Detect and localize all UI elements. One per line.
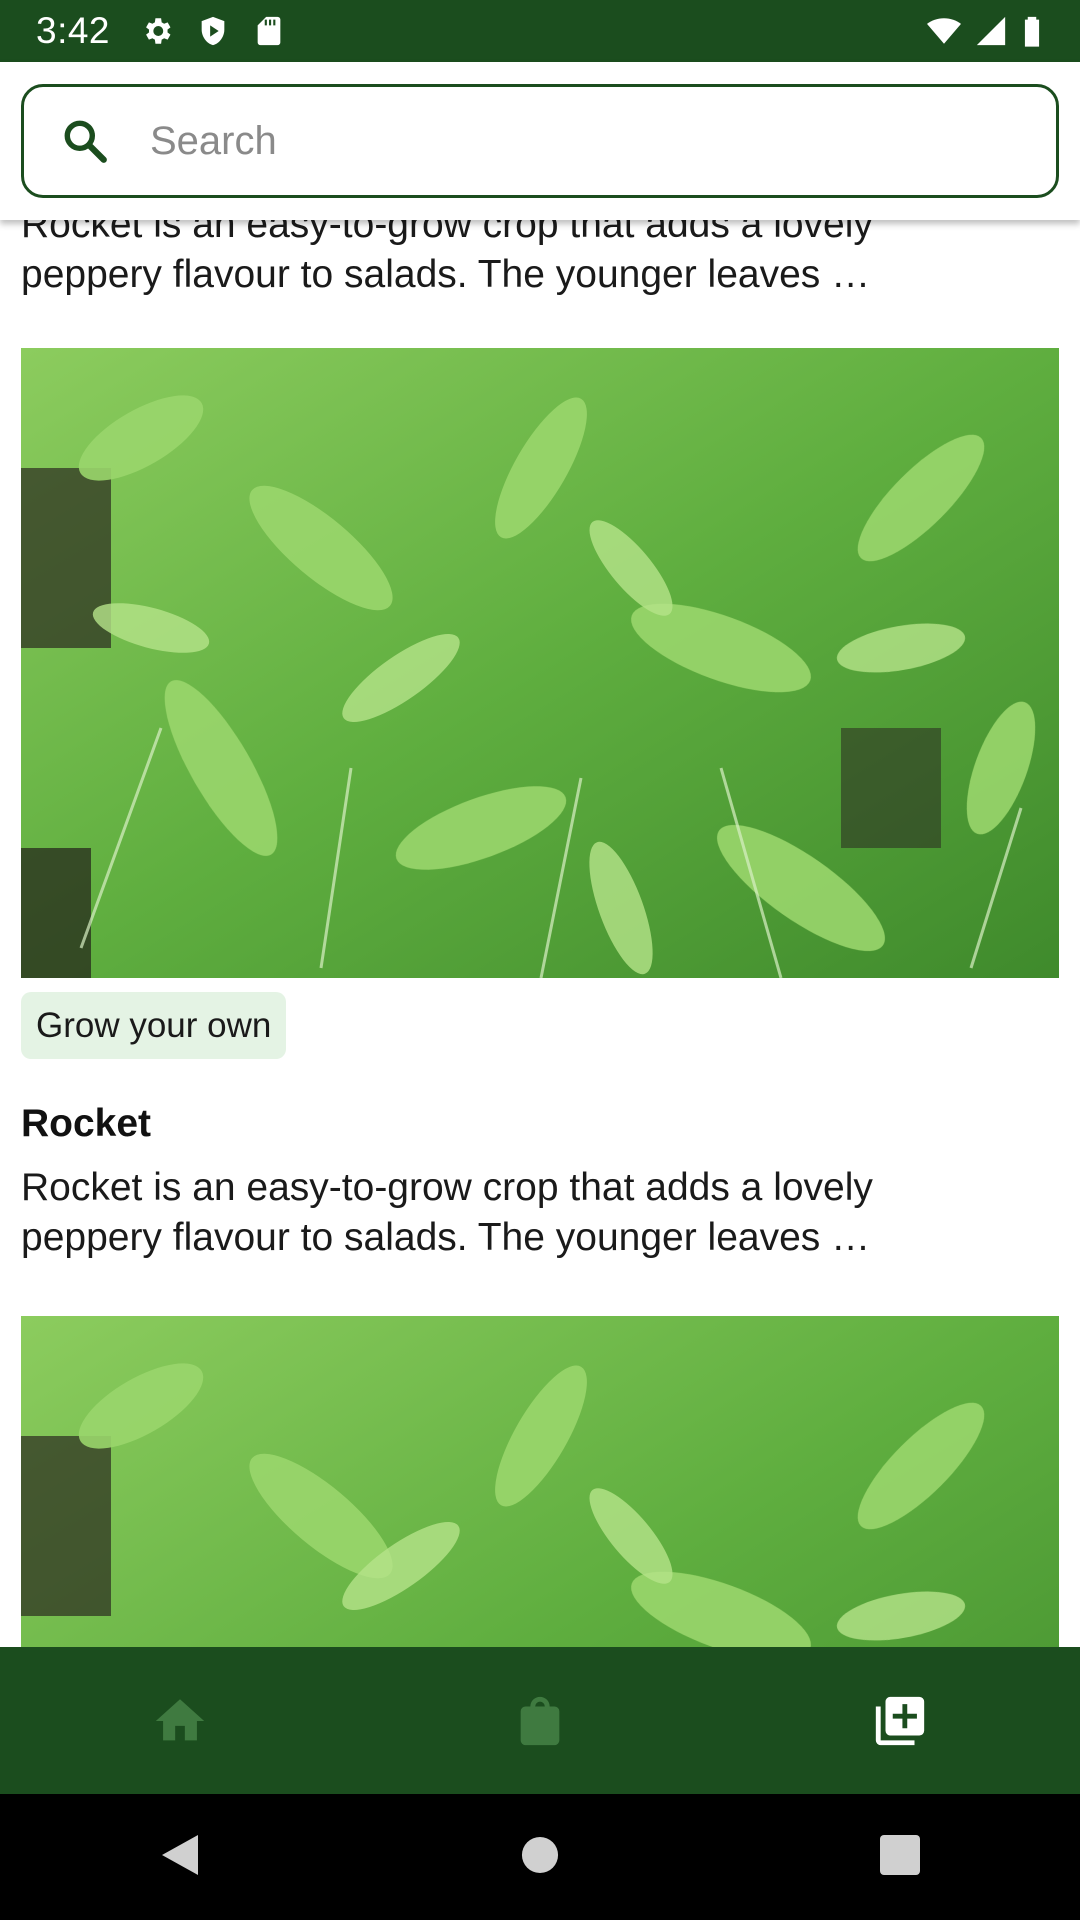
search-icon [60, 116, 110, 166]
nav-item-add[interactable] [720, 1647, 1080, 1794]
sd-card-icon [252, 14, 286, 48]
bottom-navigation [0, 1647, 1080, 1794]
add-box-icon [871, 1692, 929, 1750]
card-description: Rocket is an easy-to-grow crop that adds… [21, 1166, 873, 1259]
rocket-leaves-image [21, 348, 1059, 978]
search-bar-container [0, 62, 1080, 220]
system-back-button[interactable] [0, 1833, 360, 1882]
card-title[interactable]: Rocket [21, 1099, 151, 1149]
nav-item-shop[interactable] [360, 1647, 720, 1794]
system-recents-button[interactable] [720, 1834, 1080, 1880]
card-image[interactable] [21, 1316, 1059, 1647]
home-icon [151, 1692, 209, 1750]
home-circle-icon [521, 1836, 559, 1879]
gear-icon [140, 14, 174, 48]
nav-item-home[interactable] [0, 1647, 360, 1794]
feed-scroll-area[interactable]: Rocket is an easy-to-grow crop that adds… [0, 62, 1080, 1647]
wifi-icon [926, 14, 961, 48]
rocket-leaves-image [21, 1316, 1059, 1647]
signal-icon [974, 14, 1008, 48]
status-right-icons [926, 14, 1044, 48]
system-navigation [0, 1794, 1080, 1920]
battery-icon [1022, 14, 1044, 48]
tag-chip[interactable]: Grow your own [21, 992, 287, 1059]
shopping-bag-icon [511, 1692, 569, 1750]
status-left-icons [140, 14, 286, 48]
card-image[interactable] [21, 348, 1059, 978]
search-input[interactable] [148, 117, 1008, 165]
search-box[interactable] [21, 84, 1059, 198]
status-time: 3:42 [36, 10, 111, 51]
back-icon [160, 1833, 200, 1882]
recents-icon [880, 1834, 920, 1880]
status-bar: 3:42 [0, 0, 1080, 62]
system-home-button[interactable] [360, 1836, 720, 1879]
shield-play-icon [196, 14, 230, 48]
